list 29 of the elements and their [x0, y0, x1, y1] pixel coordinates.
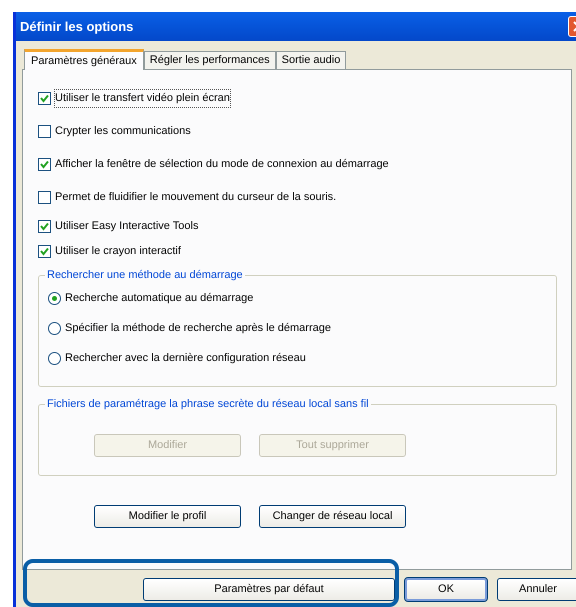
checkbox[interactable]: [38, 245, 51, 258]
tab[interactable]: Régler les performances: [144, 51, 276, 69]
checkbox-label: Utiliser Easy Interactive Tools: [55, 219, 198, 234]
group-title: Fichiers de paramétrage la phrase secrète du réseau local sans fil: [45, 397, 371, 411]
radio-label: Recherche automatique au démarrage: [65, 291, 254, 306]
radio-button[interactable]: [48, 292, 61, 305]
footer-button[interactable]: Paramètres par défaut: [143, 578, 395, 601]
window-title: Définir les options: [20, 18, 134, 36]
profile-button[interactable]: Changer de réseau local: [259, 505, 406, 528]
radio-label: Spécifier la méthode de recherche après le démarrage: [65, 321, 331, 336]
footer-button[interactable]: OK: [405, 578, 487, 601]
checkbox[interactable]: [38, 125, 51, 138]
radio-button[interactable]: [48, 322, 61, 335]
checkbox[interactable]: [38, 92, 51, 105]
radio-label: Rechercher avec la dernière configuration réseau: [65, 351, 306, 366]
tab[interactable]: Paramètres généraux: [24, 49, 144, 70]
checkbox-label: Permet de fluidifier le mouvement du curseur de la souris.: [55, 190, 336, 206]
checkbox-label: Afficher la fenêtre de sélection du mode de connexion au démarrage: [55, 157, 389, 172]
checkbox[interactable]: [38, 191, 51, 204]
group-title: Rechercher une méthode au démarrage: [45, 268, 245, 282]
checkbox-label: Crypter les communications: [55, 124, 191, 140]
checkbox[interactable]: [38, 220, 51, 233]
checkbox-label: Utiliser le transfert vidéo plein écran: [55, 90, 230, 107]
radio-button[interactable]: [48, 352, 61, 365]
checkbox[interactable]: [38, 158, 51, 171]
tab[interactable]: Sortie audio: [276, 51, 346, 69]
checkbox-label: Utiliser le crayon interactif: [55, 244, 181, 260]
profile-button[interactable]: Modifier le profil: [94, 505, 241, 528]
footer-button[interactable]: Annuler: [497, 578, 576, 601]
